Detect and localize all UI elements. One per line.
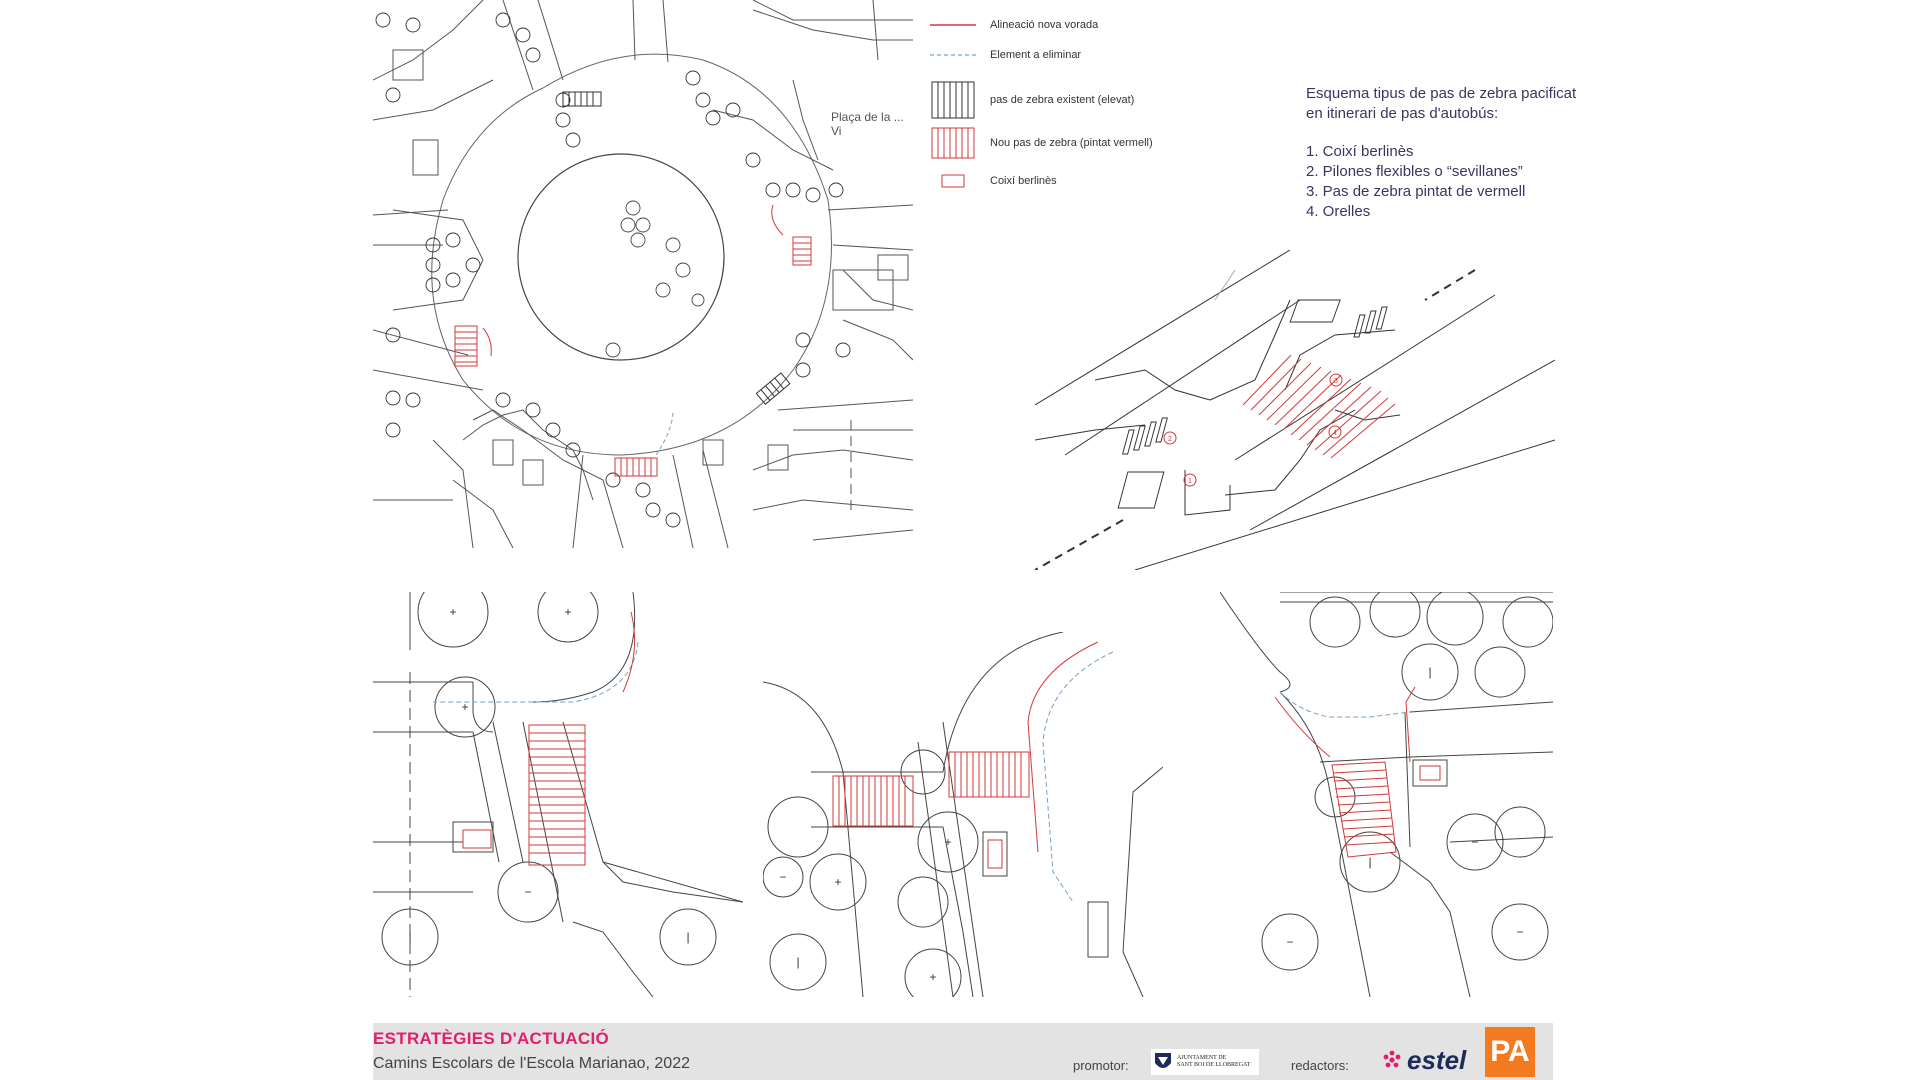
promotor-label: promotor: — [1073, 1058, 1129, 1073]
legend-label: Nou pas de zebra (pintat vermell) — [990, 137, 1153, 149]
svg-text:+: + — [929, 970, 936, 984]
berlin-cushion-icon — [930, 170, 976, 192]
svg-text:−: − — [524, 885, 531, 899]
pa-logo: PA — [1485, 1027, 1535, 1077]
svg-text:|: | — [1368, 855, 1371, 869]
svg-text:−: − — [1516, 925, 1523, 939]
estel-logo: estel — [1381, 1045, 1466, 1075]
schema-list-item: 2. Pilones flexibles o “sevillanes” — [1306, 163, 1523, 180]
footer: ESTRATÈGIES D'ACTUACIÓ Camins Escolars d… — [373, 1023, 1553, 1080]
detail-plan-2: + − + + | — [763, 632, 1163, 997]
street-label: Plaça de la ... Vi — [831, 110, 904, 138]
detail-plan-3: | | − − − — [1220, 592, 1553, 997]
marker-label: 1 — [1188, 478, 1192, 485]
legend-item-remove: Element a eliminar — [930, 44, 1081, 66]
svg-text:|: | — [1428, 665, 1431, 679]
crossing-sketch: 2 1 3 4 — [1035, 240, 1555, 570]
marker-label: 4 — [1333, 430, 1337, 437]
schema-title: Esquema tipus de pas de zebra pacificat … — [1306, 84, 1606, 124]
star-icon — [1383, 1050, 1401, 1068]
svg-text:+: + — [564, 605, 571, 619]
legend-label: Element a eliminar — [990, 49, 1082, 61]
legend-item-zebra-red: Nou pas de zebra (pintat vermell) — [930, 126, 1153, 160]
svg-text:−: − — [1286, 935, 1293, 949]
shield-icon — [1155, 1053, 1171, 1068]
legend-label: Alineació nova vorada — [990, 19, 1099, 31]
detail-plan-1: + + + − | | — [373, 592, 743, 997]
schema-list-item: 4. Orelles — [1306, 203, 1371, 220]
legend-item-new-curb: Alineació nova vorada — [930, 14, 1098, 36]
svg-text:|: | — [686, 930, 689, 944]
zebra-red-icon — [930, 126, 976, 160]
legend-item-berlin-cushion: Coixí berlinès — [930, 170, 1057, 192]
ajuntament-logo: AJUNTAMENT DE SANT BOI DE LLOBREGAT — [1151, 1049, 1259, 1075]
redactors-label: redactors: — [1291, 1058, 1349, 1073]
blue-dashed-line-icon — [930, 44, 976, 66]
footer-title: ESTRATÈGIES D'ACTUACIÓ — [373, 1029, 610, 1048]
schema-list: 1. Coixí berlinès 2. Pilones flexibles o… — [1306, 142, 1606, 222]
document-page: Plaça de la ... Vi Alineació nova vorada… — [0, 0, 1920, 1080]
ajuntament-text: AJUNTAMENT DE SANT BOI DE LLOBREGAT — [1177, 1055, 1251, 1068]
schema-description: Esquema tipus de pas de zebra pacificat … — [1306, 84, 1606, 222]
schema-list-item: 1. Coixí berlinès — [1306, 143, 1414, 160]
footer-subtitle: Camins Escolars de l'Escola Marianao, 20… — [373, 1055, 690, 1072]
roundabout-plan: Plaça de la ... Vi — [373, 0, 913, 548]
schema-title-line1: Esquema tipus de pas de zebra pacificat — [1306, 85, 1577, 102]
marker-label: 2 — [1168, 436, 1172, 443]
svg-text:|: | — [408, 930, 411, 944]
legend: Alineació nova vorada Element a eliminar… — [930, 8, 1170, 208]
red-line-icon — [930, 14, 976, 36]
svg-text:|: | — [796, 955, 799, 969]
legend-item-zebra-existing: pas de zebra existent (elevat) — [930, 80, 1134, 120]
schema-title-line2: en itinerari de pas d'autobús: — [1306, 105, 1499, 122]
legend-label: Coixí berlinès — [990, 175, 1057, 187]
svg-text:+: + — [449, 605, 456, 619]
schema-list-item: 3. Pas de zebra pintat de vermell — [1306, 183, 1526, 200]
svg-text:+: + — [834, 875, 841, 889]
estel-text: estel — [1407, 1044, 1467, 1075]
svg-text:+: + — [944, 835, 951, 849]
svg-text:−: − — [779, 870, 786, 884]
marker-label: 3 — [1334, 378, 1338, 385]
svg-text:−: − — [1471, 835, 1478, 849]
zebra-existing-icon — [930, 80, 976, 120]
legend-label: pas de zebra existent (elevat) — [990, 94, 1135, 106]
